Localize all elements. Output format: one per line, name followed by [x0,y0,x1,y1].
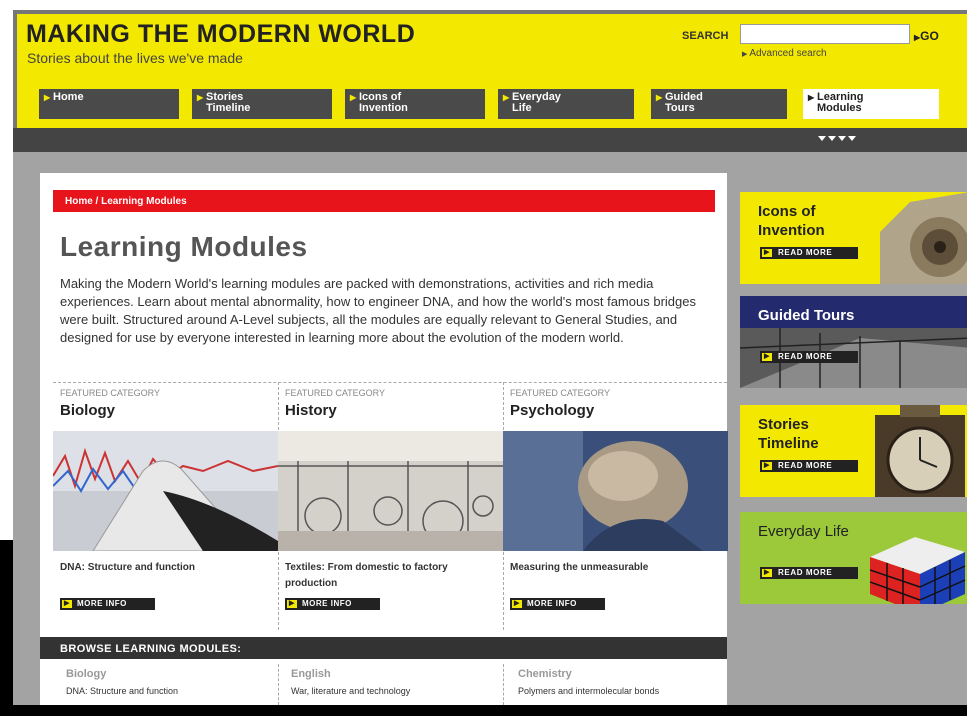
browse-category[interactable]: English [291,668,331,680]
more-info-button[interactable]: ▶ MORE INFO [60,598,155,610]
browse-column: Chemistry Polymers and intermolecular bo… [518,662,738,705]
nav-icons-of-invention[interactable]: ▶ Icons of Invention [345,89,485,119]
nav-guided-tours[interactable]: ▶ Guided Tours [651,89,787,119]
go-label: GO [920,29,939,43]
arrow-icon: ▶ [762,462,772,470]
featured-description: DNA: Structure and function [60,562,195,573]
nav-arrow-icon: ▶ [197,93,204,102]
nav-home[interactable]: ▶ Home [39,89,179,119]
nav-label: Everyday Life [512,91,561,114]
browse-category[interactable]: Biology [66,668,106,680]
browse-module-link[interactable]: DNA: Structure and function [66,686,178,696]
nav-arrow-icon: ▶ [44,93,51,102]
featured-image-textiles[interactable] [278,431,503,551]
nav-label: Learning Modules [817,91,864,114]
advanced-search-label: Advanced search [749,48,827,59]
breadcrumb[interactable]: Home / Learning Modules [53,190,715,212]
browse-category[interactable]: Chemistry [518,668,572,680]
page: MAKING THE MODERN WORLD Stories about th… [0,0,967,716]
search-label: SEARCH [682,30,729,42]
nav-arrow-icon: ▶ [503,93,510,102]
capsule-image [880,192,967,284]
arrow-icon: ▶ [62,600,72,608]
browse-column: English War, literature and technology [291,662,511,705]
intro-text: Making the Modern World's learning modul… [60,276,696,345]
nav-label: Stories Timeline [206,91,251,114]
arrow-icon: ▶ [762,249,772,257]
sidebar-card-title: Guided Tours [758,307,855,324]
sidebar-card-icons-of-invention[interactable]: Icons of Invention ▶ READ MORE [740,192,967,284]
nav-label: Home [53,91,84,103]
nav-arrow-icon: ▶ [350,93,357,102]
nav-everyday-life[interactable]: ▶ Everyday Life [498,89,634,119]
featured-image-dna[interactable] [53,431,278,551]
clock-image [875,405,965,497]
featured-title[interactable]: Psychology [510,402,594,419]
nav-arrow-icon: ▶ [656,93,663,102]
browse-module-link[interactable]: Polymers and intermolecular bonds [518,686,659,696]
site-title[interactable]: MAKING THE MODERN WORLD [26,20,415,49]
nav-label: Icons of Invention [359,91,408,114]
browse-heading: BROWSE LEARNING MODULES: [40,637,727,659]
arrow-icon: ▶ [287,600,297,608]
nav-stories-timeline[interactable]: ▶ Stories Timeline [192,89,332,119]
more-info-label: MORE INFO [302,599,352,608]
sidebar-card-title: Everyday Life [758,523,849,540]
featured-title[interactable]: Biology [60,402,115,419]
more-info-label: MORE INFO [527,599,577,608]
more-info-button[interactable]: ▶ MORE INFO [285,598,380,610]
browse-separator [278,664,279,705]
read-more-label: READ MORE [778,461,833,470]
go-button[interactable]: ▶GO [914,29,939,43]
browse-module-link[interactable]: War, literature and technology [291,686,410,696]
arrow-icon: ▶ [762,569,772,577]
textiles-image [278,431,503,551]
read-more-label: READ MORE [778,352,833,361]
nav-label: Guided Tours [665,91,703,114]
sidebar-card-title: Stories Timeline [758,416,819,452]
featured-label: FEATURED CATEGORY [510,388,611,398]
page-title: Learning Modules [60,231,308,262]
read-more-button[interactable]: ▶ READ MORE [760,460,858,472]
read-more-label: READ MORE [778,248,833,257]
featured-label: FEATURED CATEGORY [285,388,386,398]
advanced-search-link[interactable]: ▶ Advanced search [742,48,827,59]
featured-card-history: FEATURED CATEGORY History Textiles: From… [278,380,503,630]
rubiks-cube-image [870,537,966,604]
active-indicator [818,128,862,141]
sidebar-card-everyday-life[interactable]: Everyday Life ▶ READ MORE [740,512,967,604]
browse-column: Biology DNA: Structure and function [66,662,286,705]
featured-description: Textiles: From domestic to factory produ… [285,562,448,589]
screen-edge-bottom [13,705,967,716]
screen-edge-left [0,540,13,716]
more-info-button[interactable]: ▶ MORE INFO [510,598,605,610]
dna-image [53,431,278,551]
nav-learning-modules[interactable]: ▶ Learning Modules [803,89,939,119]
featured-image-psychology[interactable] [503,431,728,551]
arrow-icon: ▶ [762,353,772,361]
featured-label: FEATURED CATEGORY [60,388,161,398]
browse-separator [503,664,504,705]
featured-card-psychology: FEATURED CATEGORY Psychology Measuring t… [503,380,728,630]
featured-description: Measuring the unmeasurable [510,562,649,573]
more-info-label: MORE INFO [77,599,127,608]
read-more-button[interactable]: ▶ READ MORE [760,351,858,363]
read-more-button[interactable]: ▶ READ MORE [760,567,858,579]
sidebar-card-guided-tours[interactable]: Guided Tours ▶ READ MORE [740,296,967,388]
read-more-button[interactable]: ▶ READ MORE [760,247,858,259]
read-more-label: READ MORE [778,568,833,577]
nav-arrow-icon: ▶ [808,93,815,102]
site-subtitle: Stories about the lives we've made [27,50,243,66]
psychology-image [503,431,728,551]
sidebar-card-stories-timeline[interactable]: Stories Timeline ▶ READ MORE [740,405,967,497]
sidebar-card-title: Icons of Invention [758,203,825,239]
featured-title[interactable]: History [285,402,337,419]
arrow-icon: ▶ [512,600,522,608]
featured-card-biology: FEATURED CATEGORY Biology DNA: Structure… [53,380,278,630]
search-input[interactable] [740,24,910,44]
